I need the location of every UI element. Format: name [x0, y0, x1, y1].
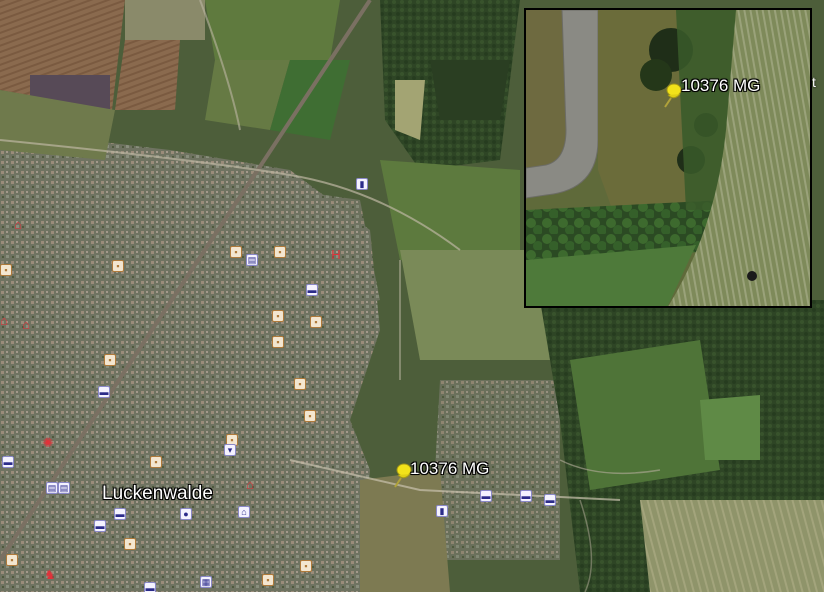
place-marker-icon[interactable]: ▪ [272, 336, 284, 348]
edge-label-fragment: t [812, 74, 816, 90]
place-marker-icon[interactable]: ▪ [300, 560, 312, 572]
pharmacy-icon[interactable]: ▾ [224, 444, 236, 456]
place-marker-icon[interactable]: ▪ [230, 246, 242, 258]
inset-placemark-label: 10376 MG [681, 76, 761, 95]
hospital-icon[interactable]: ⌂ [244, 478, 256, 491]
place-marker-icon[interactable]: ▪ [112, 260, 124, 272]
shop-icon[interactable]: ▬ [544, 494, 556, 506]
shop-icon[interactable]: ▬ [114, 508, 126, 520]
bus-icon[interactable]: ▮ [356, 178, 368, 190]
place-marker-icon[interactable]: ▪ [262, 574, 274, 586]
map-view[interactable]: ⌂ ⌂ ⌂ ▪ ▪ ▪ ▪ ▪ ▪ ▪ ▪ ▪ ▪ ▪ ▪ ▪ ▪ ▪ ▪ ▮ … [0, 0, 824, 592]
inset-imagery [526, 10, 810, 306]
cinema-icon[interactable]: ▦ [200, 576, 212, 588]
place-marker-icon[interactable]: ▪ [0, 264, 12, 276]
shop-icon[interactable]: ▬ [144, 582, 156, 592]
shop-icon[interactable]: ▬ [520, 490, 532, 502]
hospital-icon[interactable]: ⌂ [0, 314, 10, 327]
place-marker-icon[interactable]: ▪ [310, 316, 322, 328]
town-label: Luckenwalde [102, 483, 213, 504]
place-marker-icon[interactable]: ▪ [304, 410, 316, 422]
hospital-icon[interactable]: ⌂ [12, 218, 24, 231]
place-marker-icon[interactable]: ▪ [124, 538, 136, 550]
shop-icon[interactable]: ▬ [306, 284, 318, 296]
place-marker-icon[interactable]: ▪ [274, 246, 286, 258]
library-icon[interactable]: ▤ [46, 482, 58, 494]
shop-icon[interactable]: ▬ [98, 386, 110, 398]
bowling-icon[interactable]: ● [180, 508, 192, 520]
placemark-label: 10376 MG [410, 459, 490, 478]
library-icon[interactable]: ▤ [246, 254, 258, 266]
zoo-icon[interactable]: ♞ [44, 568, 56, 581]
hospital-icon[interactable]: H [330, 248, 342, 261]
inset-zoom-view[interactable]: 10376 MG [524, 8, 812, 308]
shop-icon[interactable]: ▬ [2, 456, 14, 468]
shop-icon[interactable]: ▬ [94, 520, 106, 532]
palette-icon[interactable]: ✺ [42, 436, 54, 449]
place-marker-icon[interactable]: ▪ [294, 378, 306, 390]
museum-icon[interactable]: ⌂ [238, 506, 250, 518]
bus-icon[interactable]: ▮ [436, 505, 448, 517]
hospital-icon[interactable]: ⌂ [20, 318, 32, 331]
place-marker-icon[interactable]: ▪ [150, 456, 162, 468]
library-icon[interactable]: ▤ [58, 482, 70, 494]
place-marker-icon[interactable]: ▪ [272, 310, 284, 322]
place-marker-icon[interactable]: ▪ [6, 554, 18, 566]
place-marker-icon[interactable]: ▪ [104, 354, 116, 366]
shop-icon[interactable]: ▬ [480, 490, 492, 502]
